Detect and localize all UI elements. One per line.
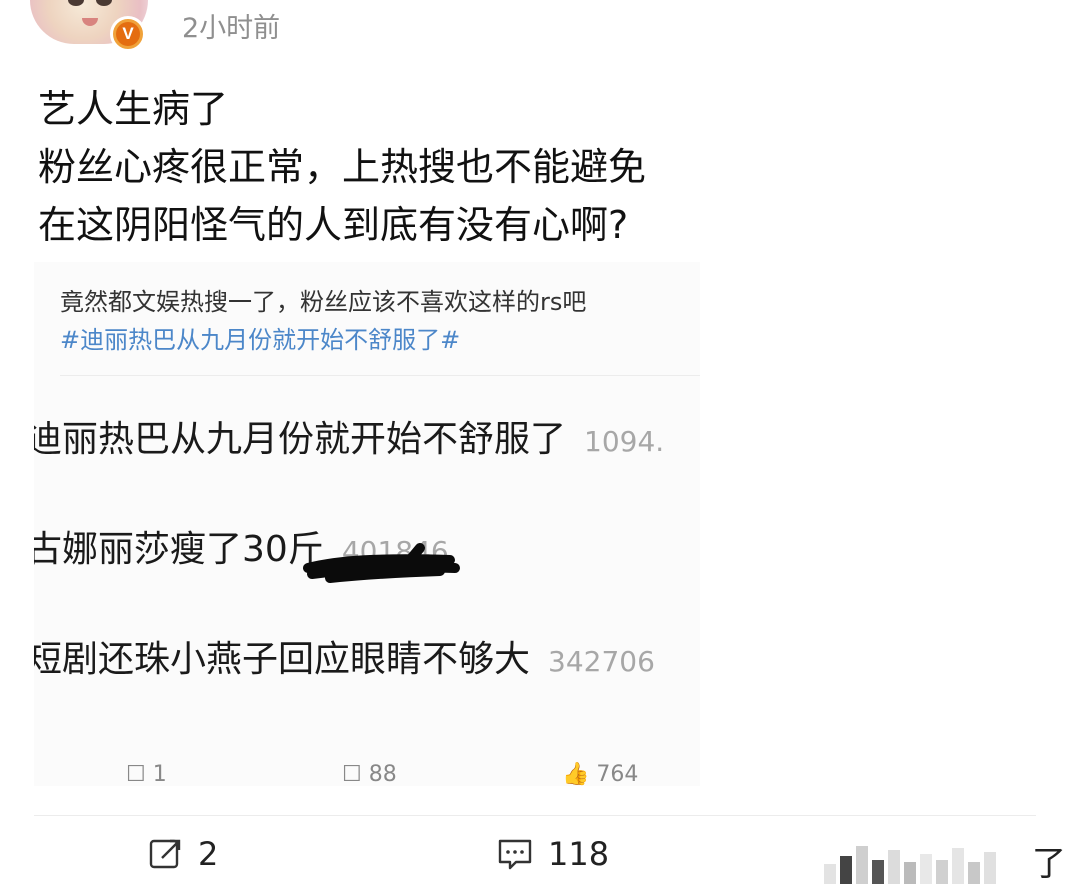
quoted-text: 竟然都文娱热搜一了，粉丝应该不喜欢这样的rs吧 [60, 288, 587, 316]
hot-item-count: 342706 [548, 645, 655, 678]
action-divider [34, 815, 1036, 816]
hot-list-item[interactable]: 迪丽热巴从九月份就开始不舒服了 1094. [34, 410, 700, 470]
repost-icon [149, 839, 181, 869]
quoted-hashtag-link[interactable]: #迪丽热巴从九月份就开始不舒服了# [60, 320, 460, 355]
redaction-scribble [303, 543, 460, 583]
quoted-divider [60, 375, 700, 376]
hot-item-title: 古娜丽莎瘦了30斤 [34, 529, 324, 570]
hot-list-item[interactable]: 短剧还珠小燕子回应眼睛不够大 342706 [34, 630, 700, 690]
hot-item-title: 短剧还珠小燕子回应眼睛不够大 [34, 639, 531, 680]
quoted-comment: ☐ 88 [342, 762, 397, 786]
repost-count: 2 [198, 835, 219, 873]
repost-button[interactable]: 2 [148, 835, 218, 873]
comment-button[interactable]: 118 [496, 835, 609, 873]
watermark-bars-icon [824, 846, 996, 884]
quoted-comment-count: 88 [368, 762, 397, 786]
watermark: 了 [810, 832, 1070, 889]
embedded-screenshot[interactable]: 竟然都文娱热搜一了，粉丝应该不喜欢这样的rs吧 #迪丽热巴从九月份就开始不舒服了… [34, 262, 700, 786]
post-line-1: 艺人生病了 [38, 87, 229, 131]
quoted-like-count: 764 [596, 762, 639, 786]
post-body: 艺人生病了 粉丝心疼很正常，上热搜也不能避免 在这阴阳怪气的人到底有没有心啊? [38, 80, 646, 254]
post-line-3: 在这阴阳怪气的人到底有没有心啊? [38, 203, 629, 247]
watermark-tail-char: 了 [1032, 844, 1066, 884]
post-timestamp: 2小时前 [182, 13, 281, 44]
quoted-repost-count: 1 [152, 762, 167, 786]
avatar-eye-left [68, 0, 84, 6]
verified-badge-icon: V [110, 16, 146, 52]
post-line-2: 粉丝心疼很正常，上热搜也不能避免 [38, 145, 647, 189]
quoted-repost: ☐ 1 [126, 762, 167, 786]
quoted-like: 👍 764 [562, 762, 639, 786]
avatar-eye-right [96, 0, 112, 6]
hot-item-title: 迪丽热巴从九月份就开始不舒服了 [34, 419, 567, 460]
hot-item-count: 1094. [584, 425, 665, 458]
avatar-mouth [82, 18, 98, 26]
comment-icon [498, 839, 532, 870]
verified-badge-letter: V [116, 22, 140, 46]
quoted-action-bar: ☐ 1 ☐ 88 👍 764 [34, 762, 700, 786]
comment-count: 118 [548, 835, 610, 873]
